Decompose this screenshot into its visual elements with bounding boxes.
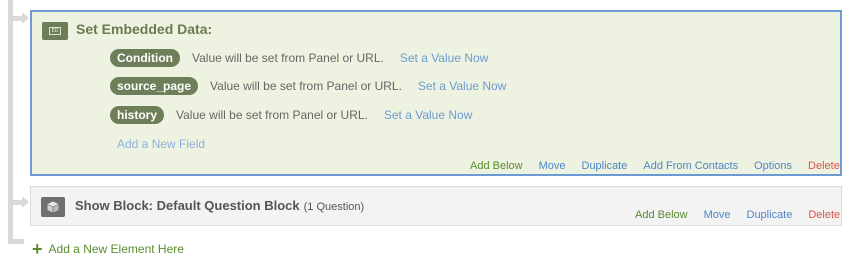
field-name-pill[interactable]: source_page [110,77,199,95]
add-below-link[interactable]: Add Below [635,209,688,221]
duplicate-link[interactable]: Duplicate [747,209,793,221]
duplicate-link[interactable]: Duplicate [582,160,628,172]
block-title: Show Block: Default Question Block (1 Que… [75,198,364,213]
move-link[interactable]: Move [539,160,566,172]
flow-connector-end [8,239,24,244]
move-link[interactable]: Move [704,209,731,221]
set-value-link[interactable]: Set a Value Now [418,79,507,93]
embedded-data-icon-label: ED [49,27,61,35]
field-value-text: Value will be set from Panel or URL. [191,51,384,65]
field-name-pill[interactable]: history [110,106,165,124]
field-name-pill[interactable]: Condition [110,49,180,67]
set-value-link[interactable]: Set a Value Now [400,51,489,65]
delete-link[interactable]: Delete [808,160,840,172]
question-count: (1 Question) [303,201,365,213]
embedded-data-element[interactable]: ED Set Embedded Data: Condition Value wi… [30,10,842,176]
set-value-link[interactable]: Set a Value Now [384,108,473,122]
embedded-field-row: source_page Value will be set from Panel… [110,77,506,95]
embedded-field-row: history Value will be set from Panel or … [110,106,472,124]
field-value-text: Value will be set from Panel or URL. [210,79,402,93]
plus-icon: + [32,239,43,259]
flow-arrow [13,12,29,24]
block-title-text: Show Block: Default Question Block [75,198,300,213]
flow-arrow [13,196,29,208]
element-actions: Add Below Move Duplicate Add From Contac… [454,160,840,172]
options-link[interactable]: Options [754,160,792,172]
show-block-element[interactable]: Show Block: Default Question Block (1 Que… [30,186,842,226]
delete-link[interactable]: Delete [808,209,840,221]
add-from-contacts-link[interactable]: Add From Contacts [643,160,738,172]
embedded-field-row: Condition Value will be set from Panel o… [110,49,488,67]
add-below-link[interactable]: Add Below [470,160,523,172]
cube-icon [41,197,65,217]
element-actions: Add Below Move Duplicate Delete [619,209,840,221]
add-new-field-link[interactable]: Add a New Field [117,137,205,151]
add-new-element-button[interactable]: + Add a New Element Here [32,239,184,259]
flow-connector-line [8,0,13,244]
add-new-element-label: Add a New Element Here [48,242,184,256]
field-value-text: Value will be set from Panel or URL. [176,108,368,122]
element-title: Set Embedded Data: [76,21,213,37]
embedded-data-icon: ED [42,22,68,40]
